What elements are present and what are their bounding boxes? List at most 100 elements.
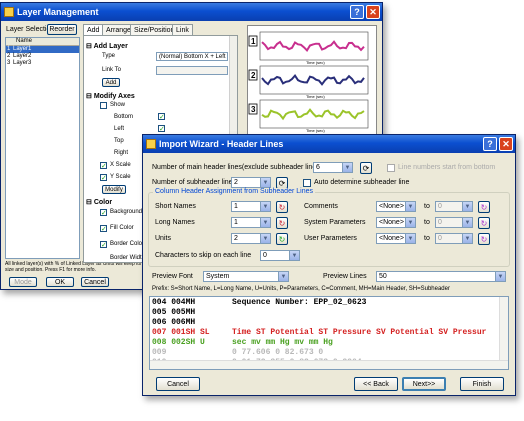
main-header-select[interactable]: 6 ▼ xyxy=(313,162,353,173)
skip-chars-select[interactable]: 0 ▼ xyxy=(260,250,300,261)
preview-lines-label: Preview Lines xyxy=(323,273,367,280)
layer-item[interactable]: 3 Layer3 xyxy=(6,60,79,67)
preview-horizontal-scrollbar[interactable] xyxy=(150,360,508,369)
system-parameters-select[interactable]: <None> ▼ xyxy=(376,217,416,228)
back-button[interactable]: << Back xyxy=(354,377,398,391)
preview-line: 007 001SH SL Time ST Potential ST Pressur… xyxy=(152,328,500,338)
preview-line: 009 0 77.606 0 82.673 0 xyxy=(152,348,500,358)
chevron-down-icon[interactable]: ▼ xyxy=(405,218,415,227)
preview-line: 004 004MH Sequence Number: EPP_02_0623 xyxy=(152,298,500,308)
import-window-titlebar[interactable]: Import Wizard - Header Lines ? ✕ xyxy=(143,135,515,153)
user-parameters-select[interactable]: <None> ▼ xyxy=(376,233,416,244)
type-select[interactable]: (Normal) Bottom X + Left Y xyxy=(156,52,228,61)
comments-to-select[interactable]: 0 ▼ xyxy=(435,201,473,212)
help-icon[interactable]: ? xyxy=(483,137,497,151)
subheader-select[interactable]: 2 ▼ xyxy=(231,177,271,188)
preview-font-select[interactable]: System ▼ xyxy=(203,271,289,282)
ok-button[interactable]: OK xyxy=(46,277,74,287)
units-select[interactable]: 2 ▼ xyxy=(231,233,271,244)
left-label: Left xyxy=(114,126,125,132)
graph-preview: 1 2 3 Time (sec) Time (sec) Time (sec) xyxy=(247,25,377,137)
auto-determine-checkbox[interactable] xyxy=(303,179,311,187)
help-icon[interactable]: ? xyxy=(350,5,364,19)
line-numbers-checkbox[interactable] xyxy=(387,164,395,172)
layer-window-title: Layer Management xyxy=(17,7,99,17)
skip-chars-label: Characters to skip on each line xyxy=(155,252,252,259)
preview-line-text: 0 77.606 0 82.673 0 xyxy=(232,348,324,357)
preview-rows: 004 004MH Sequence Number: EPP_02_0623 005… xyxy=(152,298,500,368)
close-icon[interactable]: ✕ xyxy=(366,5,380,19)
chevron-down-icon[interactable]: ▼ xyxy=(278,272,288,281)
reset-icon[interactable]: ↻ xyxy=(276,201,288,213)
show-checkbox[interactable] xyxy=(100,102,107,109)
line-numbers-label: Line numbers start from bottom xyxy=(398,164,496,171)
finish-button[interactable]: Finish xyxy=(460,377,504,391)
preview-pane[interactable]: 004 004MH Sequence Number: EPP_02_0623 005… xyxy=(149,296,509,370)
reset-icon[interactable]: ↻ xyxy=(276,217,288,229)
reset-icon[interactable]: ↻ xyxy=(478,201,490,213)
chevron-down-icon[interactable]: ▼ xyxy=(405,202,415,211)
reset-icon[interactable]: ↻ xyxy=(478,233,490,245)
comments-select[interactable]: <None> ▼ xyxy=(376,201,416,212)
status-text: All linked layer(s) with % of Linked Lay… xyxy=(5,261,142,273)
long-names-select[interactable]: 1 ▼ xyxy=(231,217,271,228)
chevron-down-icon[interactable]: ▼ xyxy=(462,202,472,211)
cancel-button[interactable]: Cancel xyxy=(156,377,200,391)
link-to-select[interactable] xyxy=(156,66,228,75)
modify-button[interactable]: Modify xyxy=(102,185,126,194)
bottom-checkbox[interactable]: ✓ xyxy=(158,113,165,121)
x-scale-checkbox[interactable]: ✓ xyxy=(100,162,107,170)
chevron-down-icon[interactable]: ▼ xyxy=(342,163,352,172)
tab-add[interactable]: Add xyxy=(83,24,104,35)
app-icon xyxy=(146,139,156,149)
refresh-icon[interactable]: ⟳ xyxy=(360,162,372,174)
chevron-down-icon[interactable]: ▼ xyxy=(260,202,270,211)
app-icon xyxy=(4,7,14,17)
border-color-checkbox[interactable]: ✓ xyxy=(100,241,107,249)
mode-button[interactable]: Mode xyxy=(9,277,37,287)
auto-determine-label: Auto determine subheader line xyxy=(314,179,410,186)
chevron-down-icon[interactable]: ▼ xyxy=(405,234,415,243)
preview-line: 006 006MH xyxy=(152,318,500,328)
chevron-down-icon[interactable]: ▼ xyxy=(260,178,270,187)
border-width-label: Border Width xyxy=(110,255,146,261)
bottom-label: Bottom xyxy=(114,114,134,120)
chevron-down-icon[interactable]: ▼ xyxy=(462,218,472,227)
next-button[interactable]: Next>> xyxy=(402,377,446,391)
short-names-select[interactable]: 1 ▼ xyxy=(231,201,271,212)
add-layer-button[interactable]: Add xyxy=(102,78,120,87)
reset-icon[interactable]: ↻ xyxy=(276,233,288,245)
left-checkbox[interactable]: ✓ xyxy=(158,125,165,133)
chevron-down-icon[interactable]: ▼ xyxy=(462,234,472,243)
reset-icon[interactable]: ↻ xyxy=(478,217,490,229)
chevron-down-icon[interactable]: ▼ xyxy=(260,218,270,227)
tab-link[interactable]: Link xyxy=(172,24,193,35)
cancel-button[interactable]: Cancel xyxy=(81,277,109,287)
chevron-down-icon[interactable]: ▼ xyxy=(289,251,299,260)
layer-item[interactable]: 1 Layer1 xyxy=(6,46,79,53)
fill-color-checkbox[interactable]: ✓ xyxy=(100,225,107,233)
layer-item[interactable]: 2 Layer2 xyxy=(6,53,79,60)
preview-line-text: Time ST Potential ST Pressure SV Potenti… xyxy=(232,328,487,337)
preview-font-label: Preview Font xyxy=(152,273,193,280)
chevron-down-icon[interactable]: ▼ xyxy=(495,272,505,281)
short-names-label: Short Names xyxy=(155,203,196,210)
layer-window-titlebar[interactable]: Layer Management ? ✕ xyxy=(1,3,382,21)
layer-list[interactable]: Name 1 Layer1 2 Layer2 3 Layer3 xyxy=(5,37,80,259)
close-icon[interactable]: ✕ xyxy=(499,137,513,151)
graph-preview-canvas: 1 2 3 Time (sec) Time (sec) Time (sec) xyxy=(248,31,369,133)
preview-lines-select[interactable]: 50 ▼ xyxy=(376,271,506,282)
user-parameters-to-select[interactable]: 0 ▼ xyxy=(435,233,473,244)
background-color-checkbox[interactable]: ✓ xyxy=(100,209,107,217)
column-header-group-title: Column Header Assignment from Subheader … xyxy=(153,188,315,195)
reorder-button[interactable]: Reorder xyxy=(47,24,77,35)
y-scale-checkbox[interactable]: ✓ xyxy=(100,174,107,182)
chevron-down-icon[interactable]: ▼ xyxy=(260,234,270,243)
add-layer-section: ⊟ Add Layer xyxy=(86,43,128,50)
user-parameters-label: User Parameters xyxy=(304,235,357,242)
preview-vertical-scrollbar[interactable] xyxy=(499,297,508,361)
system-parameters-to-select[interactable]: 0 ▼ xyxy=(435,217,473,228)
import-window-title: Import Wizard - Header Lines xyxy=(159,139,284,149)
preview-line: 005 005MH xyxy=(152,308,500,318)
preview-line-prefix: 004 004MH xyxy=(152,298,196,307)
